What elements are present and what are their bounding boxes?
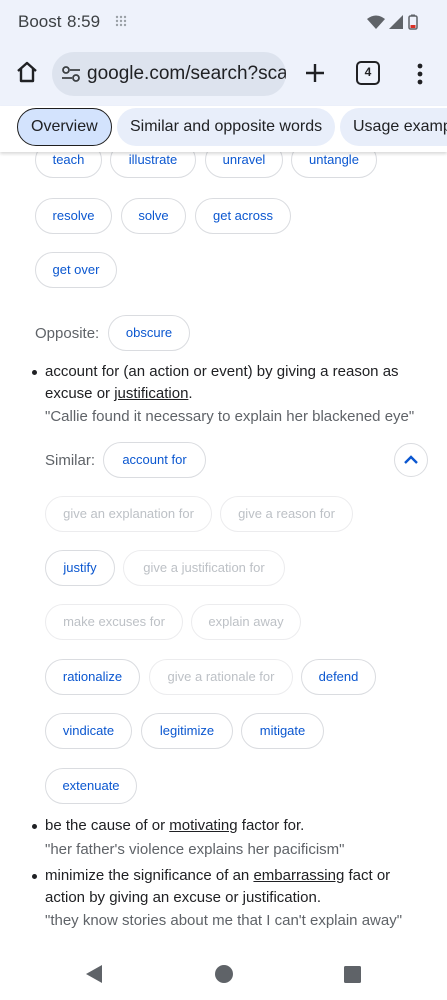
synonym-chip[interactable]: make excuses for [45,604,183,640]
bullet [32,370,37,375]
synonym-chip[interactable]: solve [121,198,186,234]
tab-similar-opposite[interactable]: Similar and opposite words [117,108,336,146]
synonym-chip[interactable]: get over [35,252,117,288]
system-nav-bar [0,945,447,1000]
synonym-chip[interactable]: give a justification for [123,550,285,586]
synonym-chip[interactable]: give an explanation for [45,496,212,532]
tab-overview[interactable]: Overview [17,108,112,146]
synonym-chip[interactable]: mitigate [241,713,324,749]
collapse-button[interactable] [394,443,428,477]
recents-icon[interactable] [344,966,361,983]
opposite-label: Opposite: [35,325,100,342]
example-sentence: "Callie found it necessary to explain he… [45,408,415,425]
antonym-chip[interactable]: obscure [108,315,190,351]
definition-text: minimize the significance of an embarras… [45,865,425,909]
tune-icon[interactable] [61,65,81,83]
definition-text: be the cause of or motivating factor for… [45,815,425,837]
grid-dots-icon [115,15,127,27]
status-bar: Boost 8:59 [0,0,447,44]
bullet [32,824,37,829]
more-vert-icon[interactable] [410,59,430,89]
clock: 8:59 [67,12,101,31]
tab-usage-examples[interactable]: Usage examp [340,108,447,146]
synonym-chip[interactable]: explain away [191,604,301,640]
plus-icon[interactable] [300,58,330,88]
definition-part: account for (an action or event) by givi… [45,363,399,402]
synonym-chip[interactable]: account for [103,442,206,478]
example-sentence: "her father's violence explains her paci… [45,841,345,858]
definition-part: minimize the significance of an [45,867,254,884]
definition-link[interactable]: embarrassing [253,867,344,884]
synonym-chip[interactable]: extenuate [45,768,137,804]
example-sentence: "they know stories about me that I can't… [45,912,403,929]
synonym-chip[interactable]: give a rationale for [149,659,293,695]
synonym-chip[interactable]: get across [195,198,291,234]
synonym-chip[interactable]: defend [301,659,376,695]
definition-part: be the cause of or [45,817,170,834]
home-icon[interactable] [12,57,42,87]
synonym-chip[interactable]: justify [45,550,115,586]
bullet [32,874,37,879]
definition-part: factor for. [237,817,305,834]
synonym-chip[interactable]: legitimize [141,713,233,749]
result-tabs: Overview Similar and opposite words Usag… [0,106,447,152]
home-circle-icon[interactable] [214,964,234,984]
carrier-name: Boost [18,12,62,31]
wifi-icon [367,15,385,29]
back-icon[interactable] [84,964,104,984]
definition-link[interactable]: justification [114,385,188,402]
definition-link[interactable]: motivating [169,817,237,834]
definition-part: . [188,385,193,402]
address-bar[interactable]: google.com/search?sca_ [52,52,286,96]
browser-toolbar: google.com/search?sca_ 4 [0,44,447,106]
signal-icon [389,15,403,29]
tab-switcher-icon[interactable]: 4 [356,61,380,85]
url-text: google.com/search?sca_ [87,63,286,84]
chevron-up-icon [404,455,418,464]
similar-label: Similar: [45,452,96,469]
synonym-chip[interactable]: give a reason for [220,496,353,532]
status-icons [367,14,418,30]
synonym-chip[interactable]: rationalize [45,659,140,695]
definition-text: account for (an action or event) by givi… [45,361,425,405]
synonym-chip[interactable]: resolve [35,198,112,234]
battery-icon [408,14,418,30]
synonym-chip[interactable]: vindicate [45,713,132,749]
